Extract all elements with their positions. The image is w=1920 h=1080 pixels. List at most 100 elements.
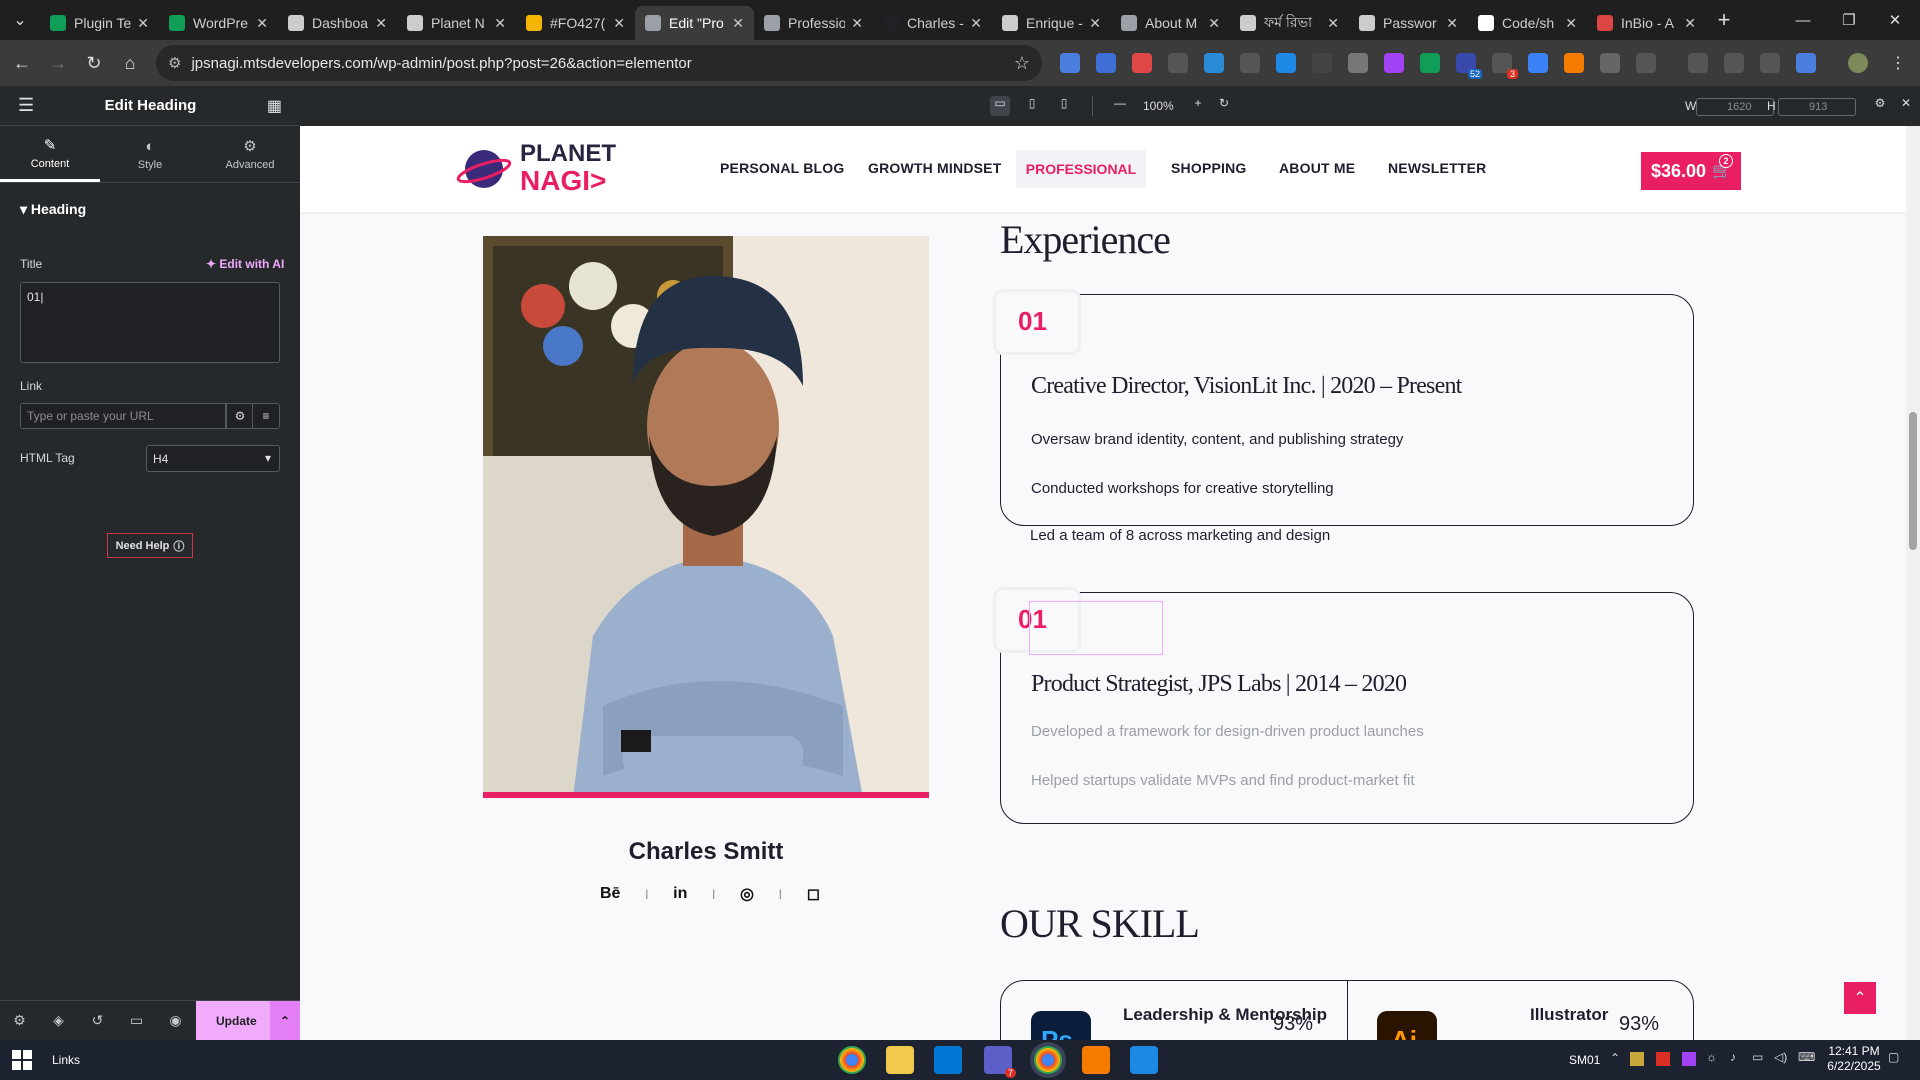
extension-icon[interactable] bbox=[1312, 53, 1332, 73]
notifications-icon[interactable]: ▢ bbox=[1888, 1050, 1899, 1064]
close-tab-icon[interactable]: ✕ bbox=[1208, 15, 1220, 32]
extension-icon[interactable]: 52 bbox=[1456, 53, 1482, 79]
menu-personal-blog[interactable]: PERSONAL BLOG bbox=[720, 160, 844, 176]
download-extension-icon[interactable] bbox=[1276, 53, 1296, 73]
extension-icon[interactable] bbox=[1240, 53, 1260, 73]
settings-gear-icon[interactable]: ⚙ bbox=[1870, 96, 1890, 116]
close-tab-icon[interactable]: ✕ bbox=[1684, 15, 1696, 32]
minimize-icon[interactable]: — bbox=[1780, 0, 1826, 40]
file-explorer-icon[interactable] bbox=[886, 1046, 914, 1074]
dribbble-icon[interactable]: ◎ bbox=[740, 884, 754, 904]
browser-tab[interactable]: InBio - A ✕ bbox=[1587, 6, 1706, 40]
height-input[interactable]: 913 bbox=[1778, 98, 1856, 116]
dynamic-tags-icon[interactable]: ≡ bbox=[252, 403, 280, 429]
teams-icon[interactable]: 7 bbox=[984, 1046, 1016, 1078]
close-window-icon[interactable]: ✕ bbox=[1872, 0, 1918, 40]
tab-advanced[interactable]: ⚙ Advanced bbox=[200, 126, 300, 182]
profile-avatar[interactable] bbox=[1848, 53, 1868, 73]
link-extension-icon[interactable] bbox=[1528, 53, 1548, 73]
job-number[interactable]: 01 bbox=[993, 289, 1081, 355]
close-tab-icon[interactable]: ✕ bbox=[1565, 15, 1577, 32]
tab-search-icon[interactable]: ⌄ bbox=[0, 0, 40, 40]
section-heading-toggle[interactable]: ▾ Heading bbox=[0, 183, 300, 236]
linkedin-icon[interactable]: in bbox=[673, 885, 687, 903]
close-tab-icon[interactable]: ✕ bbox=[732, 15, 744, 32]
browser-tab[interactable]: Plugin Te ✕ bbox=[40, 6, 159, 40]
menu-shopping[interactable]: SHOPPING bbox=[1171, 160, 1247, 176]
close-tab-icon[interactable]: ✕ bbox=[375, 15, 387, 32]
tray-app-icon[interactable] bbox=[1630, 1052, 1644, 1066]
speaker-icon[interactable]: ◁) bbox=[1774, 1050, 1787, 1064]
vlc-icon[interactable] bbox=[1082, 1046, 1110, 1074]
reload-icon[interactable]: ↻ bbox=[76, 45, 112, 81]
width-input[interactable]: 1620 bbox=[1696, 98, 1774, 116]
chrome-active-icon[interactable] bbox=[1034, 1046, 1062, 1074]
puzzle-icon[interactable] bbox=[1636, 53, 1656, 73]
browser-tab[interactable]: Edit "Pro ✕ bbox=[635, 6, 754, 40]
extension-icon[interactable] bbox=[1384, 53, 1404, 73]
hamburger-icon[interactable]: ☰ bbox=[18, 95, 34, 116]
extension-icon[interactable] bbox=[1420, 53, 1440, 73]
tab-style[interactable]: ◐ Style bbox=[100, 126, 200, 182]
tab-content[interactable]: ✎ Content bbox=[0, 126, 100, 182]
links-toolbar[interactable]: Links bbox=[52, 1053, 80, 1067]
update-button[interactable]: Update ⌃ bbox=[196, 1001, 300, 1041]
need-help-link[interactable]: Need Help ⓘ bbox=[107, 533, 193, 558]
responsive-mode-icon[interactable]: ▭ bbox=[117, 1012, 156, 1029]
volume-mixer-icon[interactable]: ♪ bbox=[1730, 1050, 1736, 1064]
preview-eye-icon[interactable]: ◉ bbox=[156, 1012, 195, 1029]
menu-professional[interactable]: PROFESSIONAL bbox=[1016, 150, 1146, 188]
vscode-icon[interactable] bbox=[934, 1046, 962, 1074]
browser-tab[interactable]: Code/sh ✕ bbox=[1468, 6, 1587, 40]
zoom-in-icon[interactable]: + bbox=[1188, 96, 1208, 116]
menu-kebab-icon[interactable]: ⋮ bbox=[1888, 53, 1908, 73]
scroll-to-top-button[interactable]: ⌃ bbox=[1844, 982, 1876, 1014]
tray-app-icon[interactable] bbox=[1682, 1052, 1696, 1066]
widgets-grid-icon[interactable]: ▦ bbox=[267, 96, 282, 116]
camera-icon[interactable] bbox=[1348, 53, 1368, 73]
clock[interactable]: 12:41 PM 6/22/2025 bbox=[1822, 1044, 1886, 1074]
link-options-gear-icon[interactable]: ⚙ bbox=[226, 403, 254, 429]
navigator-layers-icon[interactable]: ◈ bbox=[39, 1012, 78, 1029]
brightness-icon[interactable]: ☼ bbox=[1706, 1050, 1717, 1064]
instagram-icon[interactable]: ◻ bbox=[807, 884, 820, 904]
close-tab-icon[interactable]: ✕ bbox=[613, 15, 625, 32]
mobile-icon[interactable]: ▯ bbox=[1054, 96, 1074, 116]
extension-icon[interactable] bbox=[1096, 53, 1116, 73]
menu-newsletter[interactable]: NEWSLETTER bbox=[1388, 160, 1486, 176]
planet-logo-icon[interactable] bbox=[456, 144, 512, 194]
wordpress-icon[interactable] bbox=[1600, 53, 1620, 73]
history-icon[interactable]: ↺ bbox=[78, 1012, 117, 1029]
close-preview-icon[interactable]: ✕ bbox=[1896, 96, 1916, 116]
forward-icon[interactable]: → bbox=[40, 45, 76, 81]
extension-icon[interactable] bbox=[1724, 53, 1744, 73]
new-tab-button[interactable]: + bbox=[1706, 7, 1742, 33]
close-tab-icon[interactable]: ✕ bbox=[256, 15, 268, 32]
downloads-icon[interactable] bbox=[1760, 53, 1780, 73]
close-tab-icon[interactable]: ✕ bbox=[1327, 15, 1339, 32]
tray-app-icon[interactable] bbox=[1656, 1052, 1670, 1066]
browser-tab[interactable]: Dashboa ✕ bbox=[278, 6, 397, 40]
html-tag-select[interactable]: H4 ▾ bbox=[146, 445, 280, 472]
chrome-icon[interactable] bbox=[838, 1046, 866, 1074]
browser-tab[interactable]: Passwor ✕ bbox=[1349, 6, 1468, 40]
close-tab-icon[interactable]: ✕ bbox=[970, 15, 982, 32]
behance-icon[interactable]: Bē bbox=[600, 885, 620, 903]
close-tab-icon[interactable]: ✕ bbox=[1089, 15, 1101, 32]
extension-icon[interactable] bbox=[1564, 53, 1584, 73]
edit-with-ai-button[interactable]: ✦ Edit with AI bbox=[206, 257, 284, 271]
tray-chevron-icon[interactable]: ⌃ bbox=[1610, 1051, 1620, 1065]
menu-growth-mindset[interactable]: GROWTH MINDSET bbox=[868, 160, 1001, 176]
browser-tab[interactable]: WordPre ✕ bbox=[159, 6, 278, 40]
bookmark-star-icon[interactable]: ☆ bbox=[1014, 53, 1030, 74]
app-icon[interactable] bbox=[1130, 1046, 1158, 1074]
translate-icon[interactable] bbox=[1796, 53, 1816, 73]
browser-tab[interactable]: Enrique - ✕ bbox=[992, 6, 1111, 40]
close-tab-icon[interactable]: ✕ bbox=[494, 15, 506, 32]
chevron-up-icon[interactable]: ⌃ bbox=[270, 1001, 300, 1041]
link-url-input[interactable]: Type or paste your URL bbox=[20, 403, 226, 429]
network-icon[interactable]: ▭ bbox=[1752, 1050, 1763, 1064]
windows-start-icon[interactable] bbox=[12, 1050, 32, 1070]
zoom-out-icon[interactable]: — bbox=[1110, 96, 1130, 116]
scrollbar-thumb[interactable] bbox=[1909, 412, 1917, 550]
